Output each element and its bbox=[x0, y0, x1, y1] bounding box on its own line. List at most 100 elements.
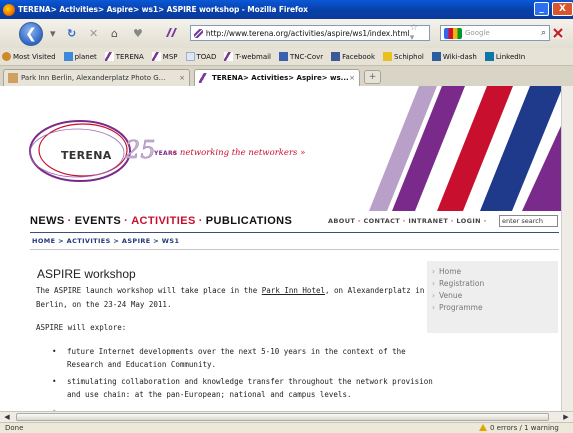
page-content: 25 TERENA YEARS « networking the network… bbox=[17, 86, 561, 411]
nav-news[interactable]: NEWS bbox=[30, 215, 65, 227]
tab-terena[interactable]: TERENA> Activities> Aspire> ws... × bbox=[194, 69, 360, 86]
tab-close-icon[interactable]: × bbox=[349, 74, 355, 82]
nav-publications[interactable]: PUBLICATIONS bbox=[206, 215, 292, 227]
tab-bar: Park Inn Berlin, Alexanderplatz Photo G.… bbox=[0, 66, 573, 87]
site-favicon bbox=[194, 28, 203, 38]
search-icon[interactable]: ⌕ bbox=[541, 28, 546, 38]
linkedin-icon bbox=[484, 52, 494, 61]
site-tagline: « networking the networkers » bbox=[172, 148, 306, 158]
search-engine-icon[interactable] bbox=[444, 27, 462, 39]
bookmark-facebook[interactable]: Facebook bbox=[329, 52, 375, 61]
nav-activities[interactable]: ACTIVITIES bbox=[131, 215, 196, 227]
bookmark-msp[interactable]: MSP bbox=[150, 52, 178, 61]
bookmark-schiphol[interactable]: Schiphol bbox=[381, 52, 424, 61]
tab-label: Park Inn Berlin, Alexanderplatz Photo G.… bbox=[21, 74, 166, 82]
reload-icon[interactable]: ↻ bbox=[67, 27, 76, 40]
tab-label: TERENA> Activities> Aspire> ws... bbox=[212, 74, 349, 82]
nav-separator: · bbox=[198, 215, 203, 227]
vertical-scrollbar[interactable] bbox=[561, 86, 573, 411]
bullet-icon: • bbox=[52, 377, 57, 386]
new-tab-button[interactable]: + bbox=[364, 70, 381, 84]
side-menu-programme[interactable]: › Programme bbox=[432, 303, 483, 312]
title-bar: TERENA> Activities> Aspire> ws1> ASPIRE … bbox=[0, 0, 573, 19]
schiphol-icon bbox=[383, 52, 393, 61]
nav-events[interactable]: EVENTS bbox=[75, 215, 121, 227]
breadcrumb[interactable]: HOME > ACTIVITIES > ASPIRE > WS1 bbox=[32, 237, 179, 245]
arrow-icon: › bbox=[432, 279, 435, 288]
stop-icon[interactable]: ✕ bbox=[89, 27, 98, 40]
minimize-button[interactable]: _ bbox=[534, 2, 549, 16]
scroll-left-icon[interactable]: ◀ bbox=[2, 412, 12, 422]
tab-park-inn[interactable]: Park Inn Berlin, Alexanderplatz Photo G.… bbox=[3, 69, 190, 86]
side-menu-registration[interactable]: › Registration bbox=[432, 279, 484, 288]
page-icon bbox=[185, 52, 195, 61]
gear-icon bbox=[2, 52, 11, 61]
site-identity-icon[interactable] bbox=[165, 27, 179, 41]
tab-favicon bbox=[199, 73, 209, 83]
status-text: Done bbox=[5, 424, 24, 432]
window-title: TERENA> Activities> Aspire> ws1> ASPIRE … bbox=[18, 5, 308, 14]
bookmark-toad[interactable]: TOAD bbox=[184, 52, 216, 61]
bookmark-star-icon[interactable]: ☆ ▾ bbox=[410, 23, 425, 43]
search-bar[interactable]: Google ⌕ bbox=[440, 25, 550, 41]
viewport-margin bbox=[0, 86, 17, 411]
bookmark-t-webmail[interactable]: T-webmail bbox=[222, 52, 271, 61]
nav-intranet[interactable]: INTRANET bbox=[408, 217, 448, 225]
firefox-icon bbox=[3, 3, 15, 16]
list-item: • stimulating collaboration and knowledg… bbox=[52, 377, 433, 399]
arrow-icon: › bbox=[432, 267, 435, 276]
nav-about[interactable]: ABOUT bbox=[328, 217, 355, 225]
terena-icon bbox=[151, 52, 161, 61]
wiki-icon bbox=[431, 52, 441, 61]
terena-icon bbox=[224, 52, 234, 61]
forward-dropdown-icon[interactable]: ▾ bbox=[50, 27, 56, 40]
horizontal-scrollbar[interactable]: ◀ ▶ bbox=[0, 411, 573, 422]
side-menu: › Home › Registration › Venue › Programme bbox=[427, 261, 558, 333]
arrow-icon: › bbox=[432, 303, 435, 312]
terena-icon bbox=[104, 52, 114, 61]
nav-separator: · bbox=[67, 215, 72, 227]
nav-contact[interactable]: CONTACT bbox=[363, 217, 400, 225]
bookmark-most-visited[interactable]: Most Visited bbox=[0, 52, 56, 61]
nav-login[interactable]: LOGIN bbox=[456, 217, 481, 225]
tnc-icon bbox=[279, 52, 288, 61]
bookmarks-toolbar: Most Visited planet TERENA MSP TOAD T-we… bbox=[0, 48, 573, 66]
bookmark-terena[interactable]: TERENA bbox=[103, 52, 144, 61]
error-console-status[interactable]: 0 errors / 1 warning bbox=[479, 424, 559, 432]
park-inn-hotel-link[interactable]: Park Inn Hotel bbox=[262, 286, 325, 295]
status-bar: Done 0 errors / 1 warning bbox=[0, 422, 573, 433]
facebook-icon bbox=[331, 52, 341, 61]
nav-divider bbox=[30, 232, 559, 233]
back-button[interactable]: ❮ bbox=[19, 22, 43, 46]
bookmark-linkedin[interactable]: LinkedIn bbox=[483, 52, 525, 61]
scroll-right-icon[interactable]: ▶ bbox=[561, 412, 571, 422]
warning-icon bbox=[479, 424, 487, 431]
url-text[interactable]: http://www.terena.org/activities/aspire/… bbox=[206, 29, 410, 38]
addon-icon[interactable] bbox=[552, 27, 564, 39]
bookmark-planet[interactable]: planet bbox=[62, 52, 97, 61]
tab-close-icon[interactable]: × bbox=[179, 74, 185, 82]
breadcrumb-divider bbox=[30, 249, 559, 250]
terena-logo-text[interactable]: TERENA bbox=[61, 149, 112, 162]
tab-favicon bbox=[8, 73, 18, 83]
arrow-icon: › bbox=[432, 291, 435, 300]
side-menu-venue[interactable]: › Venue bbox=[432, 291, 462, 300]
intro-paragraph: The ASPIRE launch workshop will take pla… bbox=[36, 286, 425, 309]
search-placeholder[interactable]: Google bbox=[465, 29, 490, 37]
svg-text:25: 25 bbox=[124, 136, 156, 164]
nav-separator: · bbox=[124, 215, 129, 227]
nav-separator: · bbox=[481, 217, 487, 225]
bullet-icon: • bbox=[52, 347, 57, 356]
explore-text: ASPIRE will explore: bbox=[36, 323, 127, 332]
bookmark-tnc-covr[interactable]: TNC-Covr bbox=[277, 52, 323, 61]
site-search-input[interactable] bbox=[499, 215, 558, 227]
top-nav: ABOUT · CONTACT · INTRANET · LOGIN · bbox=[328, 217, 487, 225]
side-menu-home[interactable]: › Home bbox=[432, 267, 461, 276]
home-icon[interactable]: ⌂ bbox=[111, 27, 118, 40]
bookmark-wiki-dash[interactable]: Wiki-dash bbox=[430, 52, 477, 61]
url-bar[interactable]: http://www.terena.org/activities/aspire/… bbox=[190, 23, 430, 43]
close-window-button[interactable]: X bbox=[552, 2, 573, 16]
bookmark-toggle-icon[interactable]: ♥ bbox=[133, 27, 143, 40]
scrollbar-thumb[interactable] bbox=[16, 413, 549, 421]
main-nav: NEWS · EVENTS · ACTIVITIES · PUBLICATIONS bbox=[30, 215, 292, 227]
